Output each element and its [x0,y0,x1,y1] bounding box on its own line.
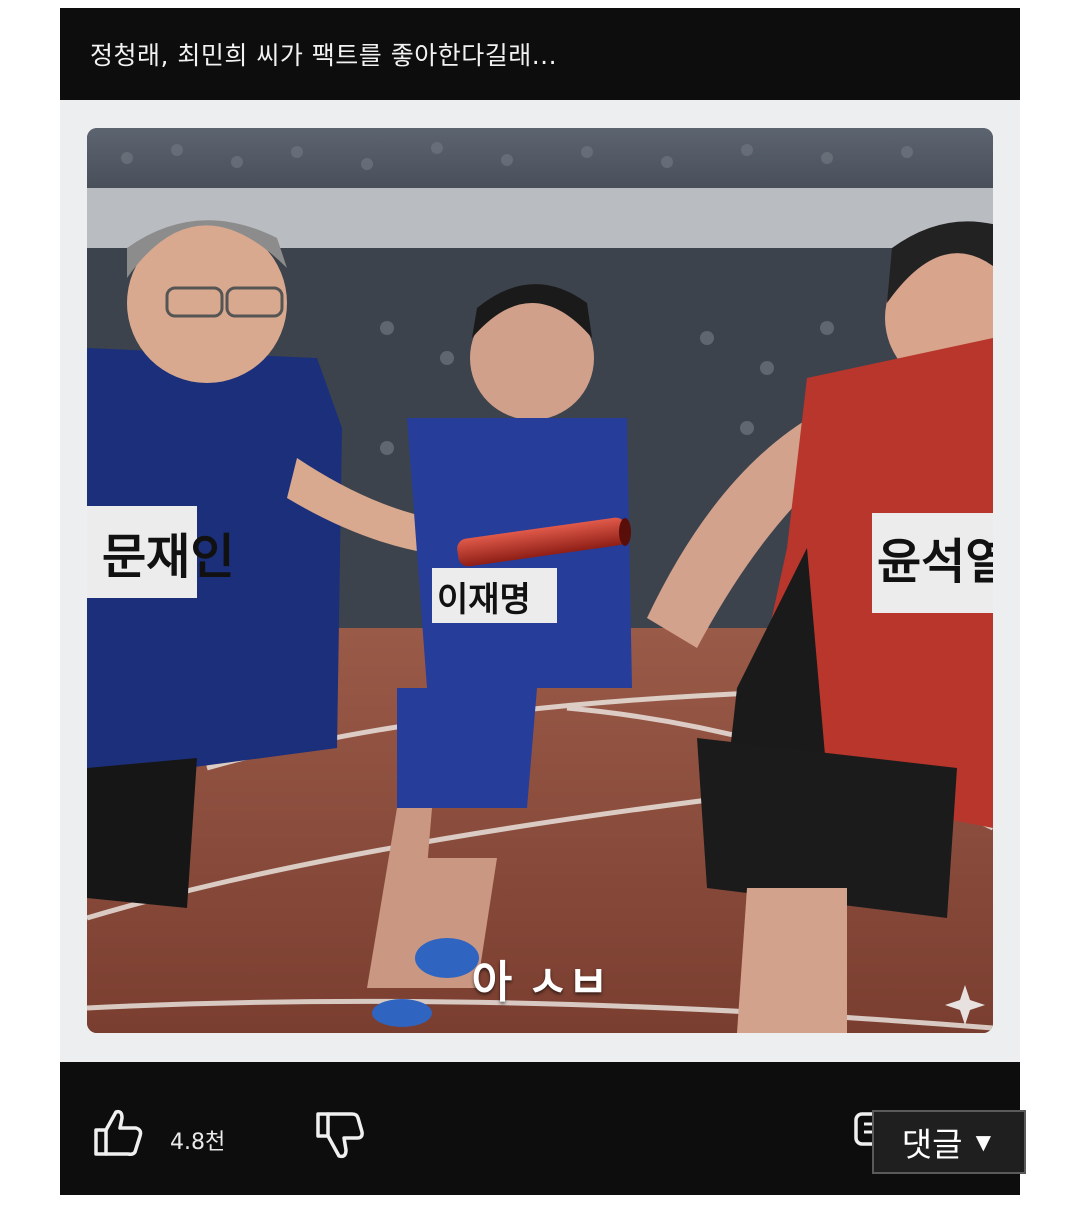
bib-left-text: 문재인 [102,529,234,585]
action-bar: 4.8천 댓글 ▼ [60,1062,1026,1195]
post-card: 정청래, 최민희 씨가 팩트를 좋아한다길래... 문재인 이재명 윤석열 아 … [60,8,1026,1195]
bib-middle-text: 이재명 [437,580,531,620]
comments-label: 댓글 [901,1126,963,1163]
thumbs-down-icon[interactable] [312,1108,368,1164]
sparkle-icon [945,985,985,1025]
video-subtitle: 아 ㅅㅂ [471,957,609,1008]
relay-race-illustration: 문재인 이재명 윤석열 [87,128,993,1033]
comments-button[interactable]: 댓글 ▼ [872,1110,1026,1174]
chevron-down-icon: ▼ [970,1126,997,1157]
post-header: 정청래, 최민희 씨가 팩트를 좋아한다길래... [60,8,1020,100]
post-caption: 정청래, 최민희 씨가 팩트를 좋아한다길래... [90,41,558,70]
like-count: 4.8천 [170,1130,226,1155]
post-image[interactable]: 문재인 이재명 윤석열 아 ㅅㅂ [87,128,993,1033]
thumbs-up-icon[interactable] [90,1104,146,1160]
bib-right-text: 윤석열 [877,534,993,590]
